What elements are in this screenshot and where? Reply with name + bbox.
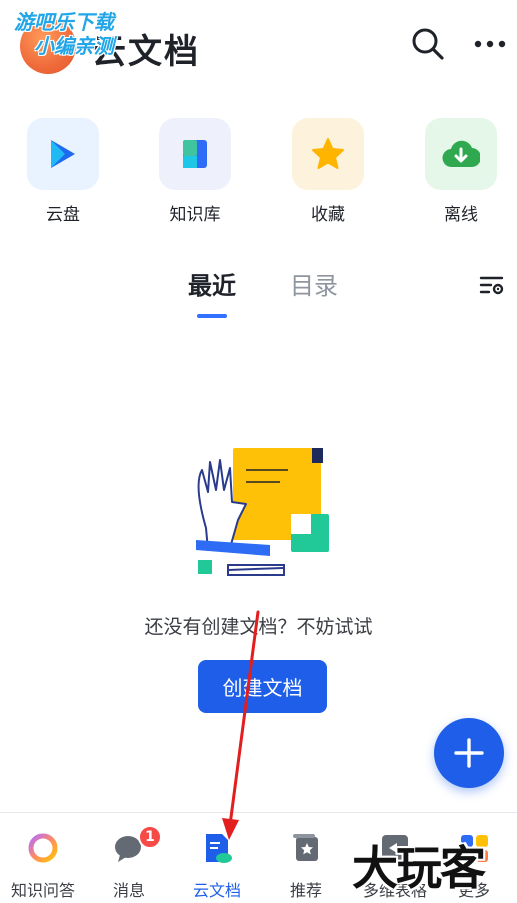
offline-download-icon xyxy=(425,118,497,190)
nav-item-knowledge-qa[interactable]: 知识问答 xyxy=(0,813,86,903)
nav-item-cloud-docs[interactable]: 云文档 xyxy=(174,813,260,903)
ai-ring-icon xyxy=(26,831,60,865)
watermark-line-2: 小编亲测 xyxy=(34,34,114,58)
quick-entries: 云盘 知识库 收藏 离线 xyxy=(0,118,517,228)
recommend-icon xyxy=(289,831,323,865)
tab-active-indicator xyxy=(197,314,227,318)
add-fab-button[interactable] xyxy=(434,718,504,788)
nav-label: 消息 xyxy=(112,881,145,900)
empty-state-illustration xyxy=(188,440,333,585)
quick-entry-label: 云盘 xyxy=(46,205,80,225)
quick-entry-label: 知识库 xyxy=(169,205,221,225)
header: 云文档 游吧乐下载 小编亲测 xyxy=(0,0,517,100)
doc-tabs: 最近 目录 xyxy=(0,266,517,326)
nav-label: 云文档 xyxy=(192,881,241,900)
quick-entry-label: 离线 xyxy=(444,205,478,225)
quick-entry-cloud-drive[interactable]: 云盘 xyxy=(18,118,108,225)
document-icon xyxy=(200,831,234,865)
wiki-icon xyxy=(159,118,231,190)
nav-item-recommend[interactable]: 推荐 xyxy=(263,813,349,903)
tab-recent[interactable]: 最近 xyxy=(188,266,236,301)
plus-icon xyxy=(454,738,484,768)
search-icon[interactable] xyxy=(408,24,448,64)
cloud-drive-icon xyxy=(27,118,99,190)
watermark-line-1: 游吧乐下载 xyxy=(14,10,114,34)
quick-entry-label: 收藏 xyxy=(311,205,345,225)
create-document-button[interactable]: 创建文档 xyxy=(198,660,327,713)
nav-item-messages[interactable]: 1 消息 xyxy=(86,813,172,903)
quick-entry-offline[interactable]: 离线 xyxy=(416,118,506,225)
star-icon xyxy=(292,118,364,190)
watermark-logo: 游吧乐下载 小编亲测 xyxy=(14,10,114,58)
quick-entry-wiki[interactable]: 知识库 xyxy=(150,118,240,225)
filter-settings-icon[interactable] xyxy=(478,272,506,300)
watermark-logo-bottom: 大玩客 xyxy=(352,841,486,895)
more-icon[interactable] xyxy=(470,24,510,64)
unread-badge: 1 xyxy=(138,825,162,849)
quick-entry-favorites[interactable]: 收藏 xyxy=(283,118,373,225)
nav-label: 知识问答 xyxy=(10,881,75,900)
tab-catalog[interactable]: 目录 xyxy=(290,266,338,301)
nav-label: 推荐 xyxy=(289,881,322,900)
empty-state-message: 还没有创建文档？不妨试试 xyxy=(144,616,373,638)
